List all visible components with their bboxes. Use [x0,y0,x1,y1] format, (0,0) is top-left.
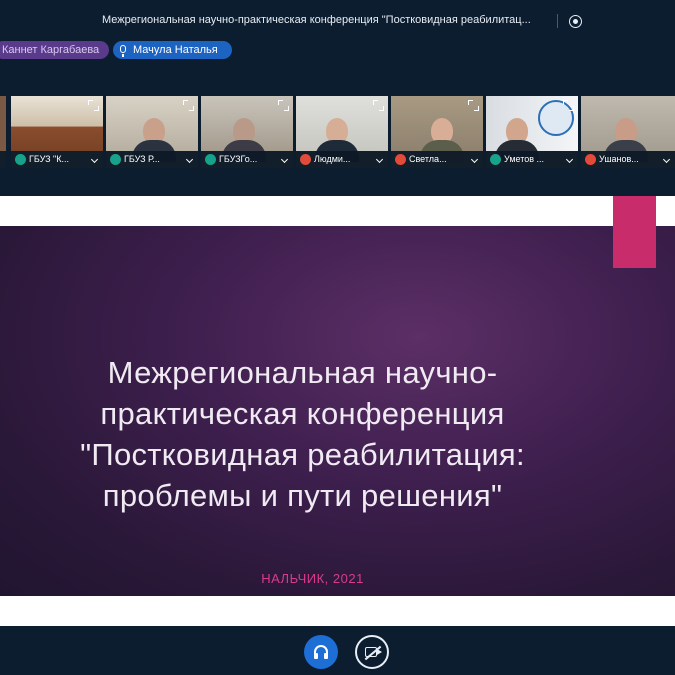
participant-namebar: ГБУЗ Р... [106,151,198,168]
slide-title-line: практическая конференция [100,396,505,431]
slide-accent-bar [613,196,656,268]
participant-name: Ушанов... [599,154,639,164]
participant-name: Людми... [314,154,351,164]
headphones-icon [314,645,328,659]
participant-name: ГБУЗ "К... [29,154,69,164]
participant-namebar [0,151,6,168]
slide-footer: НАЛЬЧИК, 2021 [261,571,364,586]
record-icon[interactable] [569,15,582,28]
video-tile[interactable]: ГБУЗГо... [201,96,293,168]
video-tile-partial[interactable] [0,96,6,168]
mic-icon [120,45,126,57]
video-feed [0,96,6,151]
talker-name: Мачула Наталья [133,44,218,56]
participant-namebar: Светла... [391,151,483,168]
expand-icon[interactable] [278,100,289,111]
chevron-down-icon[interactable] [470,155,479,164]
video-conference-window: Межрегиональная научно-практическая конф… [0,0,675,675]
participant-name: ГБУЗГо... [219,154,258,164]
webcam-strip: ГБУЗ "К... ГБУЗ Р... ГБУЗГо... Людми... … [0,96,675,168]
slide-title-line: Межрегиональная научно- [107,355,498,390]
camera-button[interactable] [355,635,389,669]
muted-status-icon [300,154,311,165]
chevron-down-icon[interactable] [185,155,194,164]
video-tile[interactable]: Уметов ... [486,96,578,168]
participant-namebar: Ушанов... [581,151,675,168]
video-tile[interactable]: ГБУЗ "К... [11,96,103,168]
participant-name: ГБУЗ Р... [124,154,160,164]
audio-status-icon [205,154,216,165]
meeting-title: Межрегиональная научно-практическая конф… [102,14,531,26]
video-feed [581,96,675,162]
expand-icon[interactable] [88,100,99,111]
slide-title-line: проблемы и пути решения" [102,478,503,513]
audio-button[interactable] [304,635,338,669]
expand-icon[interactable] [468,100,479,111]
video-tile[interactable]: Светла... [391,96,483,168]
expand-icon[interactable] [373,100,384,111]
chevron-down-icon[interactable] [565,155,574,164]
expand-icon[interactable] [563,100,574,111]
audio-status-icon [490,154,501,165]
slide-title: Межрегиональная научно- практическая кон… [0,352,605,516]
talker-name: Каннет Каргабаева [2,44,100,56]
chevron-down-icon[interactable] [90,155,99,164]
divider [557,14,558,28]
chevron-down-icon[interactable] [662,155,671,164]
muted-status-icon [585,154,596,165]
chevron-down-icon[interactable] [375,155,384,164]
participant-namebar: Людми... [296,151,388,168]
slide-bottom-border [0,596,675,626]
participant-namebar: ГБУЗ "К... [11,151,103,168]
talking-indicator: Мачула Наталья [113,41,232,59]
slide-title-line: "Постковидная реабилитация: [80,437,525,472]
audio-status-icon [15,154,26,165]
video-tile[interactable]: ГБУЗ Р... [106,96,198,168]
bottom-controls [0,626,675,675]
chevron-down-icon[interactable] [280,155,289,164]
participant-namebar: ГБУЗГо... [201,151,293,168]
expand-icon[interactable] [183,100,194,111]
audio-status-icon [110,154,121,165]
participant-name: Уметов ... [504,154,545,164]
video-tile[interactable]: Ушанов... [581,96,675,168]
top-bar: Межрегиональная научно-практическая конф… [0,0,675,40]
talking-indicator: Каннет Каргабаева [0,41,109,59]
muted-status-icon [395,154,406,165]
slide-top-border [0,196,675,226]
participant-namebar: Уметов ... [486,151,578,168]
video-tile[interactable]: Людми... [296,96,388,168]
participant-name: Светла... [409,154,447,164]
